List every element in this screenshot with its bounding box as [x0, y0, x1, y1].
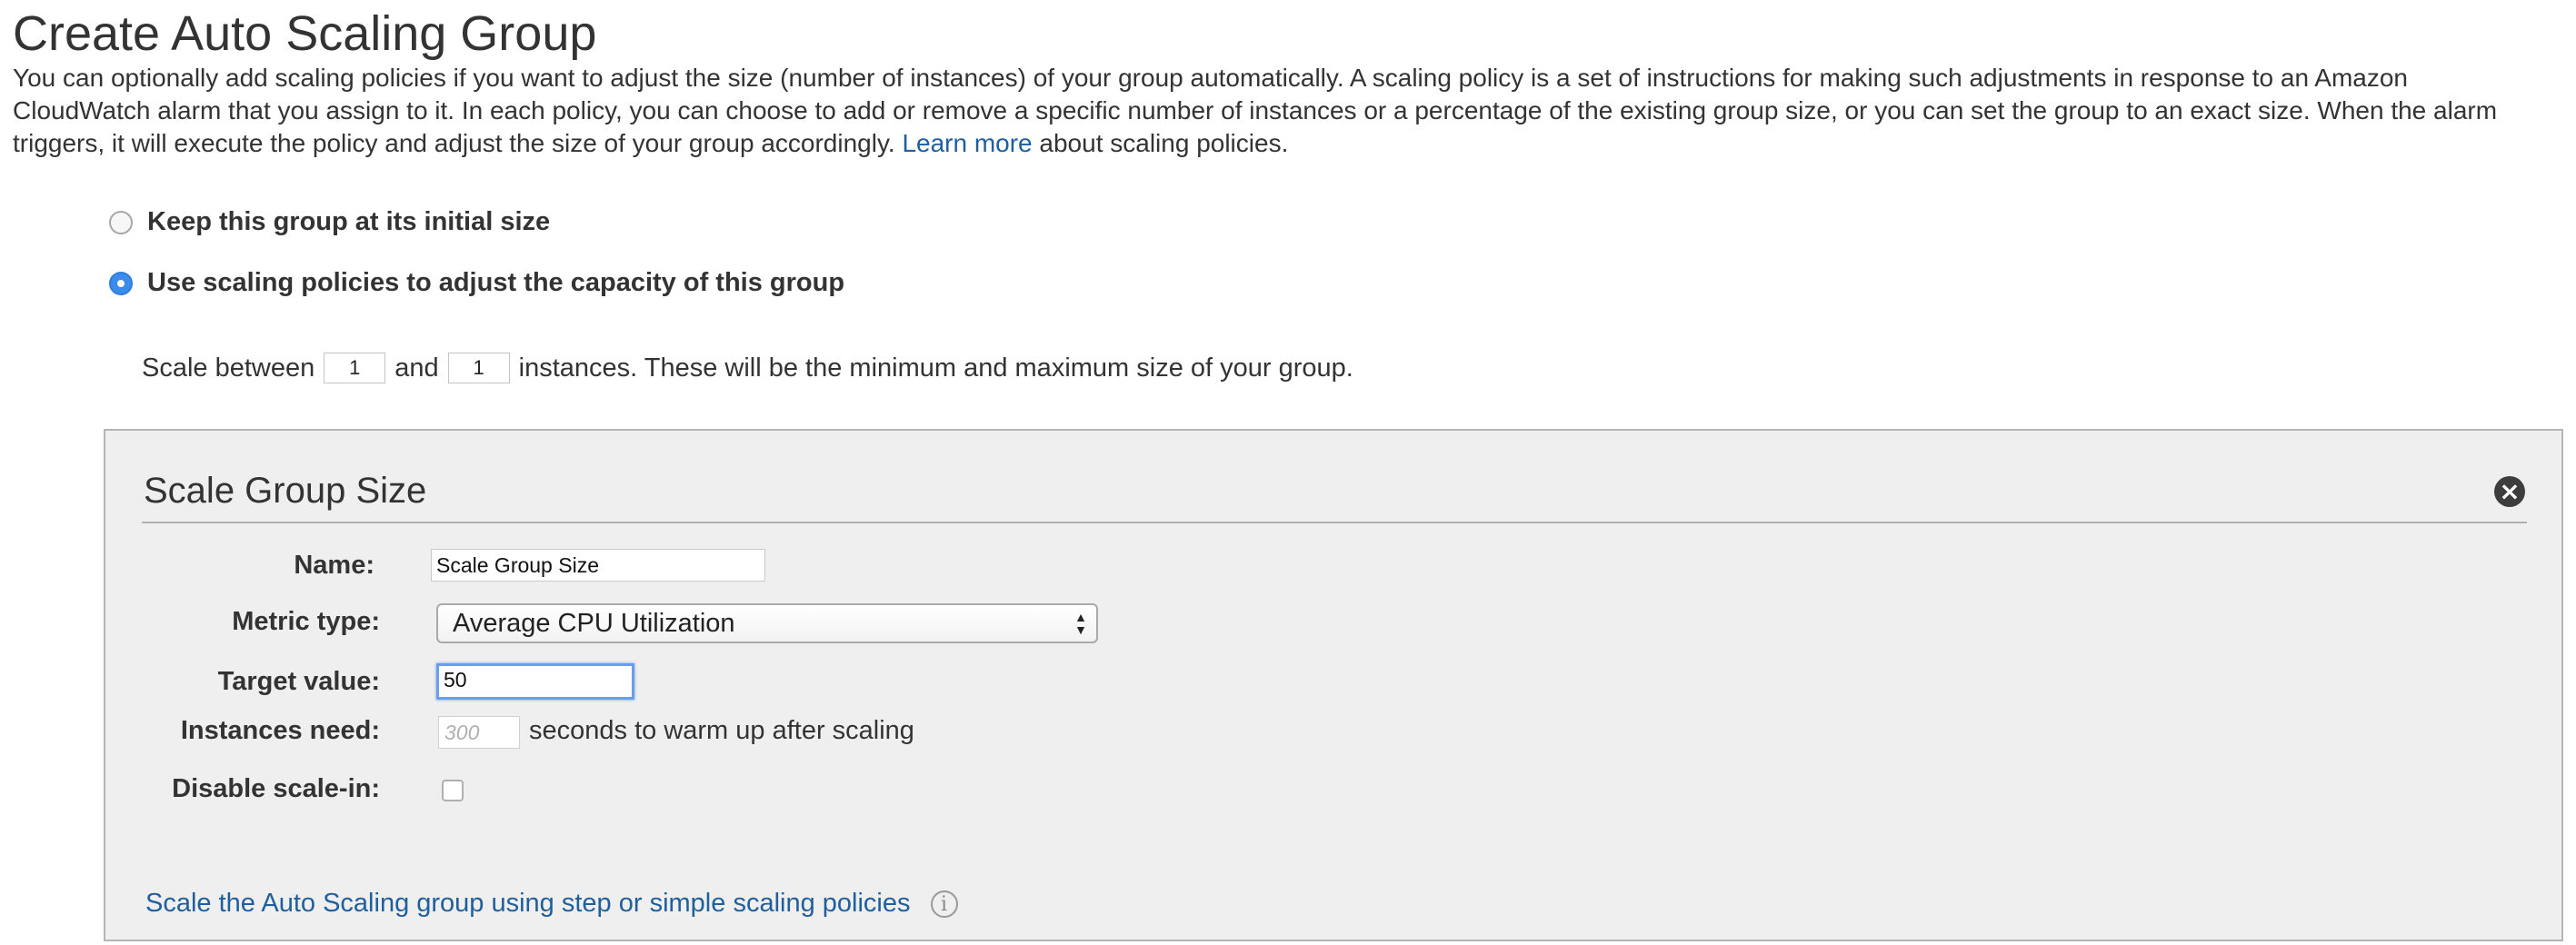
target-value-label: Target value:: [217, 667, 380, 696]
close-icon[interactable]: ×: [2494, 476, 2525, 507]
instances-need-label: Instances need:: [180, 716, 380, 745]
policy-name-input[interactable]: Scale Group Size: [431, 549, 765, 582]
intro-suffix: about scaling policies.: [1039, 129, 1289, 157]
keep-size-radio[interactable]: [109, 210, 133, 234]
disable-scale-in-checkbox[interactable]: [442, 780, 464, 801]
scale-suffix: instances. These will be the minimum and…: [518, 353, 1353, 383]
keep-size-label: Keep this group at its initial size: [147, 207, 551, 236]
target-value-input[interactable]: 50: [436, 663, 634, 700]
metric-type-label: Metric type:: [232, 607, 380, 636]
warmup-seconds-input[interactable]: 300: [438, 716, 520, 749]
metric-type-select[interactable]: Average CPU Utilization ▲ ▼: [436, 603, 1098, 643]
learn-more-link[interactable]: Learn more: [902, 129, 1032, 157]
use-policies-option[interactable]: Use scaling policies to adjust the capac…: [109, 268, 844, 298]
scale-prefix: Scale between: [142, 353, 315, 383]
metric-type-value: Average CPU Utilization: [453, 609, 735, 638]
min-size-input[interactable]: 1: [324, 353, 386, 383]
page-title: Create Auto Scaling Group: [13, 6, 597, 61]
scale-range-row: Scale between 1 and 1 instances. These w…: [142, 353, 1353, 383]
select-arrows-icon: ▲ ▼: [1074, 610, 1087, 637]
use-policies-radio[interactable]: [109, 271, 133, 295]
warmup-suffix: seconds to warm up after scaling: [529, 716, 914, 745]
step-policies-row: Scale the Auto Scaling group using step …: [145, 889, 958, 919]
keep-size-option[interactable]: Keep this group at its initial size: [109, 207, 550, 237]
scale-conjunction: and: [394, 353, 439, 383]
scaling-policy-panel: Scale Group Size × Name: Scale Group Siz…: [104, 429, 2563, 941]
info-icon[interactable]: i: [930, 890, 958, 919]
page: Create Auto Scaling Group You can option…: [0, 0, 2576, 945]
panel-title: Scale Group Size: [144, 471, 427, 511]
panel-divider: [142, 522, 2527, 523]
disable-scale-in-label: Disable scale-in:: [172, 774, 380, 803]
use-policies-label: Use scaling policies to adjust the capac…: [147, 268, 845, 297]
intro-paragraph: You can optionally add scaling policies …: [13, 62, 2549, 160]
max-size-input[interactable]: 1: [447, 353, 510, 383]
step-policies-link[interactable]: Scale the Auto Scaling group using step …: [145, 889, 910, 918]
name-label: Name:: [294, 551, 374, 580]
